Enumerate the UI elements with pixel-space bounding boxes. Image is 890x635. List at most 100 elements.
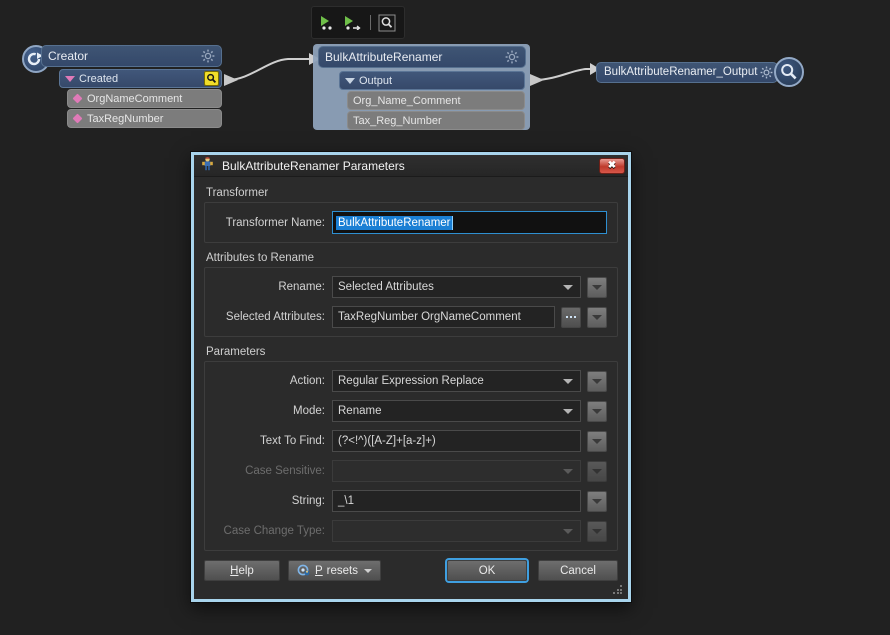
string-input[interactable]: _\1 — [332, 490, 581, 512]
presets-rest: resets — [326, 564, 358, 577]
field-string[interactable]: String: _\1 — [215, 490, 607, 512]
action-value: Regular Expression Replace — [338, 375, 484, 387]
case-sensitive-dropdown-button — [587, 460, 607, 482]
graph-toolbar[interactable] — [311, 6, 405, 39]
gear-icon[interactable] — [201, 49, 215, 63]
chevron-down-icon[interactable] — [563, 409, 573, 414]
help-button[interactable]: Help — [204, 560, 280, 581]
renamer-port-label: Output — [359, 74, 393, 87]
list-item[interactable]: Tax_Reg_Number — [347, 111, 525, 130]
link-renamer-to-output — [533, 68, 596, 81]
text-caret — [451, 215, 453, 230]
bulk-attribute-renamer-node[interactable]: BulkAttributeRenamer Output Org_Name_Com… — [318, 46, 530, 130]
section-label-attributes: Attributes to Rename — [206, 252, 315, 264]
presets-gear-icon — [297, 564, 311, 578]
attribute-label: OrgNameComment — [87, 92, 183, 105]
renamer-out-arrow — [530, 74, 544, 86]
field-transformer-name[interactable]: Transformer Name: BulkAttributeRenamer — [215, 211, 607, 234]
label-string: String: — [291, 495, 325, 507]
magnifier-badge[interactable] — [204, 71, 219, 86]
link-creator-to-renamer — [227, 58, 312, 81]
gear-icon[interactable] — [505, 50, 519, 64]
renamer-node-title: BulkAttributeRenamer — [325, 50, 443, 64]
label-text-to-find: Text To Find: — [260, 435, 325, 447]
action-dropdown-button[interactable] — [587, 370, 607, 392]
ok-button[interactable]: OK — [447, 560, 527, 581]
action-combo[interactable]: Regular Expression Replace — [332, 370, 581, 392]
attribute-label: TaxRegNumber — [87, 112, 164, 125]
case-change-type-combo — [332, 520, 581, 542]
creator-node-title-bar[interactable]: Creator — [41, 45, 222, 67]
list-item[interactable]: TaxRegNumber — [67, 109, 222, 128]
help-rest: elp — [238, 564, 254, 577]
text-to-find-input[interactable]: (?<!^)([A-Z]+[a-z]+) — [332, 430, 581, 452]
label-case-change-type: Case Change Type: — [223, 525, 325, 537]
help-mnemonic: H — [230, 564, 239, 577]
rename-value: Selected Attributes — [338, 281, 434, 293]
selected-attributes-input[interactable]: TaxRegNumber OrgNameComment — [332, 306, 555, 328]
attribute-marker-icon — [72, 93, 83, 104]
text-to-find-value: (?<!^)([A-Z]+[a-z]+) — [338, 435, 436, 447]
label-transformer-name: Transformer Name: — [225, 216, 325, 229]
group-attributes-to-rename: Rename: Selected Attributes Selected Att… — [204, 267, 618, 337]
label-mode: Mode: — [293, 405, 325, 417]
inspect-icon[interactable] — [378, 14, 396, 32]
transformer-name-input[interactable]: BulkAttributeRenamer — [332, 211, 607, 234]
collapse-triangle-icon[interactable] — [345, 77, 355, 84]
output-node-title: BulkAttributeRenamer_Output — [604, 66, 758, 78]
gear-icon[interactable] — [760, 66, 773, 79]
selected-attributes-dropdown-button[interactable] — [587, 306, 607, 328]
field-selected-attributes[interactable]: Selected Attributes: TaxRegNumber OrgNam… — [215, 306, 607, 328]
creator-out-arrow — [224, 74, 238, 86]
field-case-sensitive: Case Sensitive: — [215, 460, 607, 482]
mode-combo[interactable]: Rename — [332, 400, 581, 422]
field-case-change-type: Case Change Type: — [215, 520, 607, 542]
parameters-dialog[interactable]: BulkAttributeRenamer Parameters ✖ Transf… — [191, 152, 631, 602]
string-dropdown-button[interactable] — [587, 490, 607, 512]
group-parameters: Action: Regular Expression Replace Mode:… — [204, 361, 618, 551]
chevron-down-icon[interactable] — [563, 379, 573, 384]
resize-grip[interactable] — [613, 585, 623, 595]
renamer-output-port[interactable]: Output — [339, 71, 525, 90]
dialog-title-bar[interactable]: BulkAttributeRenamer Parameters ✖ — [194, 155, 628, 177]
string-value: _\1 — [338, 495, 354, 507]
chevron-down-icon[interactable] — [364, 568, 372, 573]
dialog-title: BulkAttributeRenamer Parameters — [222, 158, 405, 173]
section-label-transformer: Transformer — [206, 187, 269, 199]
creator-output-port[interactable]: Created — [59, 69, 222, 88]
field-text-to-find[interactable]: Text To Find: (?<!^)([A-Z]+[a-z]+) — [215, 430, 607, 452]
case-change-type-dropdown-button — [587, 520, 607, 542]
chevron-down-icon — [563, 529, 573, 534]
creator-node-title: Creator — [48, 49, 89, 63]
selected-attributes-ellipsis-button[interactable] — [561, 306, 581, 328]
field-action[interactable]: Action: Regular Expression Replace — [215, 370, 607, 392]
mode-dropdown-button[interactable] — [587, 400, 607, 422]
creator-port-label: Created — [79, 72, 119, 85]
creator-node[interactable]: Creator Created OrgNameComment TaxRegNum… — [41, 45, 222, 128]
list-item[interactable]: Org_Name_Comment — [347, 91, 525, 110]
list-item[interactable]: OrgNameComment — [67, 89, 222, 108]
close-icon[interactable]: ✖ — [599, 157, 625, 174]
field-rename[interactable]: Rename: Selected Attributes — [215, 276, 607, 298]
cancel-button[interactable]: Cancel — [538, 560, 618, 581]
run-to-this-icon[interactable] — [320, 15, 337, 30]
magnifier-icon[interactable] — [774, 57, 805, 87]
presets-button[interactable]: Presets — [288, 560, 381, 581]
collapse-triangle-icon[interactable] — [65, 75, 75, 82]
run-from-this-icon[interactable] — [344, 15, 363, 30]
group-transformer: Transformer Name: BulkAttributeRenamer — [204, 202, 618, 243]
renamer-output-node[interactable]: BulkAttributeRenamer_Output — [596, 57, 805, 87]
rename-dropdown-button[interactable] — [587, 276, 607, 298]
attribute-label: Org_Name_Comment — [353, 94, 461, 107]
field-mode[interactable]: Mode: Rename — [215, 400, 607, 422]
chevron-down-icon[interactable] — [563, 285, 573, 290]
output-node-pill[interactable]: BulkAttributeRenamer_Output — [596, 61, 779, 83]
transformer-name-value: BulkAttributeRenamer — [336, 215, 452, 230]
rename-combo[interactable]: Selected Attributes — [332, 276, 581, 298]
app-root: Creator Created OrgNameComment TaxRegNum… — [0, 0, 890, 635]
fme-workbench-icon — [200, 156, 215, 176]
selected-attributes-value: TaxRegNumber OrgNameComment — [338, 311, 521, 323]
renamer-node-title-bar[interactable]: BulkAttributeRenamer — [318, 46, 526, 68]
text-to-find-dropdown-button[interactable] — [587, 430, 607, 452]
label-selected-attributes: Selected Attributes: — [225, 311, 325, 323]
